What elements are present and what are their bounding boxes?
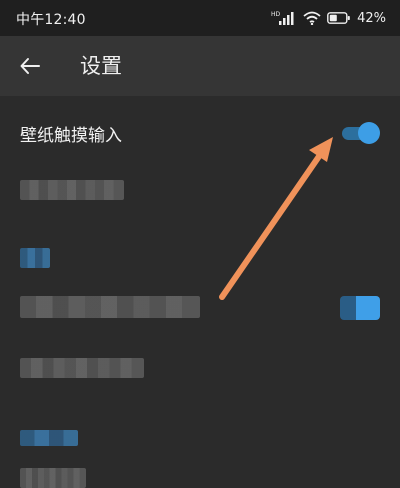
- back-button[interactable]: [12, 48, 48, 84]
- wifi-icon: [303, 11, 321, 25]
- status-time: 中午12:40: [16, 12, 86, 28]
- settings-list: 壁纸触摸输入: [0, 96, 400, 488]
- network-label: HD: [271, 11, 281, 18]
- obscured-setting-label: [20, 358, 144, 378]
- page-title: 设置: [80, 54, 122, 78]
- wallpaper-touch-toggle[interactable]: [340, 122, 380, 144]
- setting-row-wallpaper-touch[interactable]: 壁纸触摸输入: [0, 110, 400, 154]
- toggle-thumb: [358, 122, 380, 144]
- back-arrow-icon: [20, 58, 40, 74]
- obscured-toggle[interactable]: [340, 296, 380, 320]
- obscured-section-header: [20, 248, 50, 268]
- hd-signal-icon: HD: [271, 10, 297, 26]
- status-icons: HD 42%: [271, 8, 386, 28]
- status-bar: 中午12:40 HD 42%: [0, 0, 400, 36]
- obscured-section-header: [20, 430, 78, 446]
- app-bar: 设置: [0, 36, 400, 96]
- battery-icon: [327, 12, 351, 24]
- obscured-setting-label: [20, 180, 124, 200]
- obscured-setting-label: [20, 468, 86, 488]
- setting-label-wallpaper-touch: 壁纸触摸输入: [20, 126, 122, 146]
- battery-percentage: 42%: [357, 10, 386, 26]
- obscured-setting-label: [20, 296, 200, 318]
